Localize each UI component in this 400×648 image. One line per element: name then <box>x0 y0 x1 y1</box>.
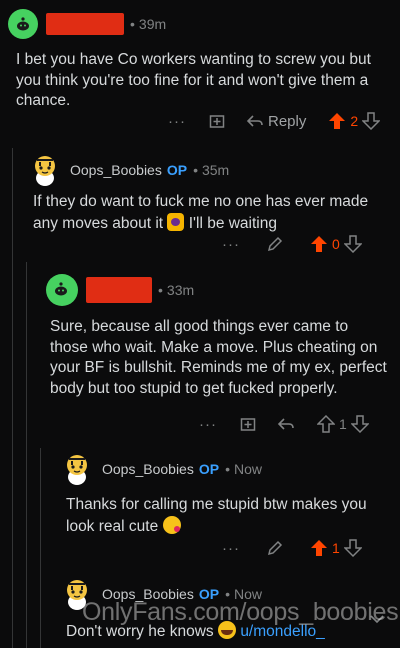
comment-time: 39m <box>138 16 167 32</box>
avatar[interactable] <box>62 452 92 486</box>
edit-pencil-icon[interactable] <box>266 235 284 253</box>
op-badge: OP <box>198 461 220 477</box>
vote-score: 0 <box>332 236 340 252</box>
upvote-icon[interactable] <box>310 539 328 557</box>
reply-button[interactable]: Reply <box>268 113 306 130</box>
comment-2-actions: ··· 0 <box>222 232 362 256</box>
comment-1-actions: ··· Reply 2 <box>168 109 381 133</box>
award-icon[interactable] <box>239 415 257 433</box>
edit-pencil-icon[interactable] <box>266 539 284 557</box>
kiss-emoji-icon <box>162 515 181 534</box>
username[interactable]: Oops_Boobies <box>102 461 194 477</box>
shrug-emoji-icon <box>167 212 185 231</box>
avatar[interactable] <box>8 9 38 39</box>
comment-time: 35m <box>201 162 230 178</box>
watermark: OnlyFans.com/oops_boobies <box>82 598 399 626</box>
redacted-username <box>46 13 124 35</box>
upvote-icon[interactable] <box>328 112 346 130</box>
reply-icon[interactable] <box>277 415 295 433</box>
award-icon[interactable] <box>208 112 226 130</box>
downvote-icon[interactable] <box>362 112 381 130</box>
separator: • <box>158 282 163 298</box>
comment-2-header: Oops_Boobies OP • 35m <box>30 153 229 187</box>
downvote-icon[interactable] <box>350 415 369 433</box>
comment-3-actions: ··· 1 <box>199 412 369 436</box>
comment-1-header: • 39m <box>8 9 166 39</box>
downvote-icon[interactable] <box>343 539 362 557</box>
avatar[interactable] <box>46 274 78 306</box>
comment-time: Now <box>233 461 262 477</box>
thread-line-level-3 <box>40 448 41 648</box>
username[interactable]: Oops_Boobies <box>70 162 162 178</box>
more-options-button[interactable]: ··· <box>199 416 217 433</box>
thread-line-level-1 <box>12 148 13 648</box>
more-options-button[interactable]: ··· <box>222 236 240 253</box>
comment-4-body: Thanks for calling me stupid btw makes y… <box>66 495 386 537</box>
more-options-button[interactable]: ··· <box>222 540 240 557</box>
comment-time: 33m <box>166 282 195 298</box>
separator: • <box>225 461 230 477</box>
snoo-icon <box>17 17 29 31</box>
separator: • <box>193 162 198 178</box>
comment-3-header: • 33m <box>46 274 194 306</box>
separator: • <box>130 16 135 32</box>
thread-line-level-2 <box>26 262 27 648</box>
comment-2-body: If they do want to fuck me no one has ev… <box>33 192 383 234</box>
avatar[interactable] <box>30 153 60 187</box>
reply-icon[interactable] <box>246 112 264 130</box>
comment-1-body: I bet you have Co workers wanting to scr… <box>16 51 371 109</box>
snoo-icon <box>55 282 67 296</box>
upvote-icon[interactable] <box>310 235 328 253</box>
comment-text: I'll be waiting <box>188 214 277 232</box>
comment-3-body: Sure, because all good things ever came … <box>50 318 387 397</box>
redacted-username <box>86 277 152 303</box>
downvote-icon[interactable] <box>343 235 362 253</box>
more-options-button[interactable]: ··· <box>168 113 186 130</box>
vote-score: 2 <box>350 113 359 129</box>
op-badge: OP <box>166 162 188 178</box>
comment-4-header: Oops_Boobies OP • Now <box>62 452 262 486</box>
vote-score: 1 <box>332 540 340 556</box>
vote-score: 1 <box>339 416 347 432</box>
comment-text: Thanks for calling me stupid btw makes y… <box>66 496 367 535</box>
comment-4-actions: ··· 1 <box>222 536 362 560</box>
upvote-icon[interactable] <box>317 415 335 433</box>
